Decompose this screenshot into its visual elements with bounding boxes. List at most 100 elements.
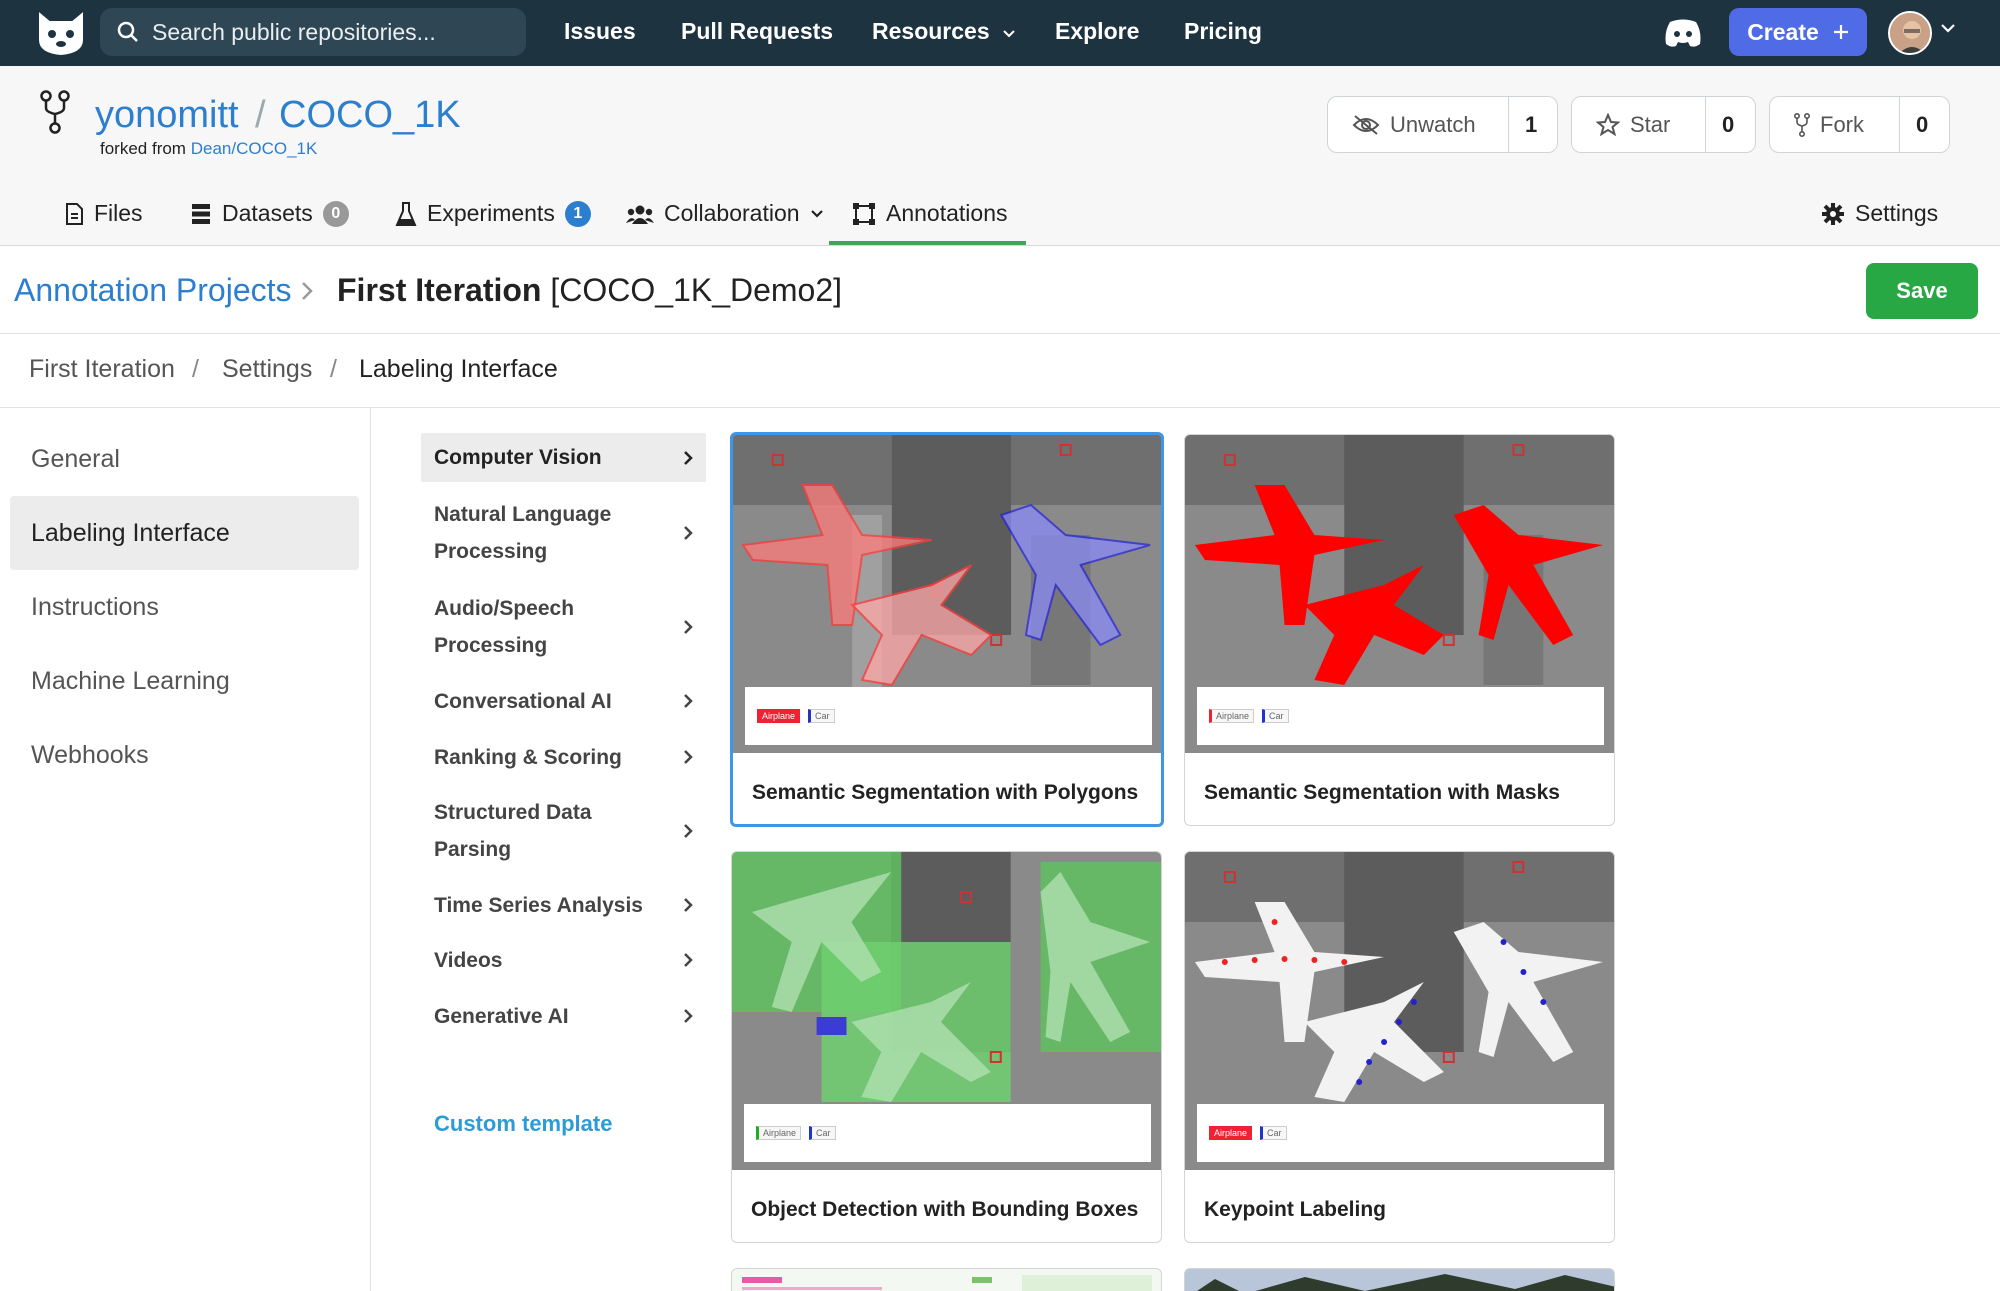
- breadcrumb-labeling-interface: Labeling Interface: [359, 355, 558, 383]
- bounding-box-icon: [853, 202, 875, 225]
- discord-icon[interactable]: [1664, 18, 1702, 48]
- nav-resources-label: Resources: [872, 18, 990, 44]
- template-title: Keypoint Labeling: [1204, 1198, 1387, 1221]
- template-card-keypoints[interactable]: Airplane Car Keypoint Labeling: [1184, 851, 1615, 1243]
- template-card-partial[interactable]: [731, 1268, 1162, 1291]
- tab-datasets-label: Datasets: [222, 200, 313, 226]
- template-card-polygons[interactable]: Airplane Car Semantic Segmentation with …: [730, 432, 1164, 827]
- nav-pricing[interactable]: Pricing: [1184, 18, 1262, 45]
- template-card-bounding-boxes[interactable]: Airplane Car Object Detection with Bound…: [731, 851, 1162, 1243]
- breadcrumb-first-iteration[interactable]: First Iteration: [29, 355, 175, 384]
- annotation-projects-link[interactable]: Annotation Projects: [14, 272, 292, 309]
- fork-button-group: Fork 0: [1769, 96, 1950, 153]
- sidebar-item-machine-learning[interactable]: Machine Learning: [10, 644, 359, 718]
- project-dataset: [COCO_1K_Demo2]: [541, 272, 843, 308]
- template-card-masks[interactable]: Airplane Car Semantic Segmentation with …: [1184, 434, 1615, 826]
- tab-experiments[interactable]: Experiments 1: [395, 200, 591, 227]
- nav-explore[interactable]: Explore: [1055, 18, 1139, 45]
- legend-label-car: Car: [1262, 709, 1289, 723]
- category-videos[interactable]: Videos: [421, 941, 706, 979]
- create-button[interactable]: Create: [1729, 8, 1867, 56]
- sidebar-item-labeling-interface[interactable]: Labeling Interface: [10, 496, 359, 570]
- template-title: Semantic Segmentation with Masks: [1204, 781, 1560, 804]
- repo-name-link[interactable]: COCO_1K: [279, 94, 461, 137]
- chevron-right-icon: [684, 526, 693, 540]
- tab-collaboration[interactable]: Collaboration: [626, 200, 824, 227]
- legend-label-airplane: Airplane: [1209, 709, 1255, 723]
- category-generative-ai[interactable]: Generative AI: [421, 997, 706, 1035]
- template-preview-image: [1185, 1269, 1614, 1291]
- category-conversational-ai[interactable]: Conversational AI: [421, 682, 706, 720]
- project-name: First Iteration: [337, 272, 542, 308]
- nav-resources[interactable]: Resources: [872, 18, 1016, 45]
- tab-collaboration-label: Collaboration: [664, 200, 800, 226]
- forked-from-link[interactable]: Dean/COCO_1K: [191, 139, 318, 158]
- experiments-count-badge: 1: [564, 200, 591, 227]
- search-icon: [117, 21, 138, 42]
- chevron-right-icon: [684, 694, 693, 708]
- nav-issues[interactable]: Issues: [564, 18, 636, 45]
- category-label: Natural Language Processing: [434, 503, 612, 563]
- sidebar-item-webhooks[interactable]: Webhooks: [10, 718, 359, 792]
- category-nlp[interactable]: Natural Language Processing: [421, 495, 706, 571]
- nav-pull-requests[interactable]: Pull Requests: [681, 18, 833, 45]
- breadcrumb-settings[interactable]: Settings: [222, 355, 312, 384]
- category-structured-data[interactable]: Structured Data Parsing: [421, 793, 706, 869]
- save-button[interactable]: Save: [1866, 263, 1978, 319]
- tab-annotations[interactable]: Annotations: [852, 200, 1007, 227]
- tab-datasets[interactable]: Datasets 0: [190, 200, 349, 227]
- fork-count[interactable]: 0: [1900, 112, 1944, 138]
- template-card-partial[interactable]: [1184, 1268, 1615, 1291]
- category-audio-speech[interactable]: Audio/Speech Processing: [421, 589, 706, 665]
- fork-icon: [40, 90, 70, 134]
- avatar[interactable]: [1888, 11, 1932, 55]
- fork-icon: [1794, 112, 1810, 137]
- unwatch-count[interactable]: 1: [1509, 112, 1553, 138]
- repo-owner-link[interactable]: yonomitt: [95, 94, 239, 137]
- fork-button[interactable]: Fork: [1770, 97, 1900, 152]
- legend-label-car: Car: [809, 1126, 836, 1140]
- category-label: Computer Vision: [434, 446, 602, 469]
- template-preview-image: [742, 1275, 1152, 1291]
- template-title: Semantic Segmentation with Polygons: [752, 781, 1139, 804]
- tab-settings-label: Settings: [1855, 200, 1939, 226]
- star-icon: [1596, 112, 1620, 136]
- tab-files-label: Files: [94, 200, 143, 226]
- custom-template-link[interactable]: Custom template: [434, 1111, 612, 1137]
- breadcrumb-separator: /: [330, 355, 337, 383]
- legend-label-airplane: Airplane: [757, 709, 801, 723]
- active-tab-indicator: [829, 241, 1026, 245]
- template-title: Object Detection with Bounding Boxes: [751, 1198, 1139, 1221]
- star-button[interactable]: Star: [1572, 97, 1706, 152]
- logo-icon[interactable]: [32, 6, 90, 58]
- search-placeholder: Search public repositories...: [152, 18, 436, 45]
- sidebar-item-general[interactable]: General: [10, 422, 359, 496]
- star-label: Star: [1630, 111, 1671, 137]
- category-ranking-scoring[interactable]: Ranking & Scoring: [421, 738, 706, 776]
- search-input[interactable]: Search public repositories...: [100, 8, 526, 56]
- label-legend: Airplane Car: [1197, 1104, 1604, 1162]
- tab-settings[interactable]: Settings: [1821, 200, 1938, 227]
- file-icon: [66, 202, 83, 225]
- category-label: Ranking & Scoring: [434, 745, 622, 769]
- gear-icon: [1822, 202, 1844, 225]
- chevron-down-icon[interactable]: [1940, 22, 1956, 34]
- label-legend: Airplane Car: [744, 1104, 1151, 1162]
- legend-label-airplane: Airplane: [756, 1126, 802, 1140]
- category-label: Videos: [434, 948, 503, 972]
- sidebar-item-instructions[interactable]: Instructions: [10, 570, 359, 644]
- tab-annotations-label: Annotations: [886, 200, 1008, 226]
- star-count[interactable]: 0: [1706, 112, 1750, 138]
- tab-files[interactable]: Files: [64, 200, 143, 227]
- category-time-series[interactable]: Time Series Analysis: [421, 886, 706, 924]
- breadcrumb-separator: /: [192, 355, 199, 383]
- database-icon: [192, 203, 210, 224]
- create-label: Create: [1747, 18, 1819, 45]
- category-computer-vision[interactable]: Computer Vision: [421, 433, 706, 482]
- forked-prefix: forked from: [100, 139, 186, 158]
- legend-label-car: Car: [1260, 1126, 1287, 1140]
- unwatch-button[interactable]: Unwatch: [1328, 97, 1509, 152]
- chevron-right-icon: [684, 620, 693, 634]
- flask-icon: [395, 201, 417, 226]
- users-icon: [626, 205, 654, 224]
